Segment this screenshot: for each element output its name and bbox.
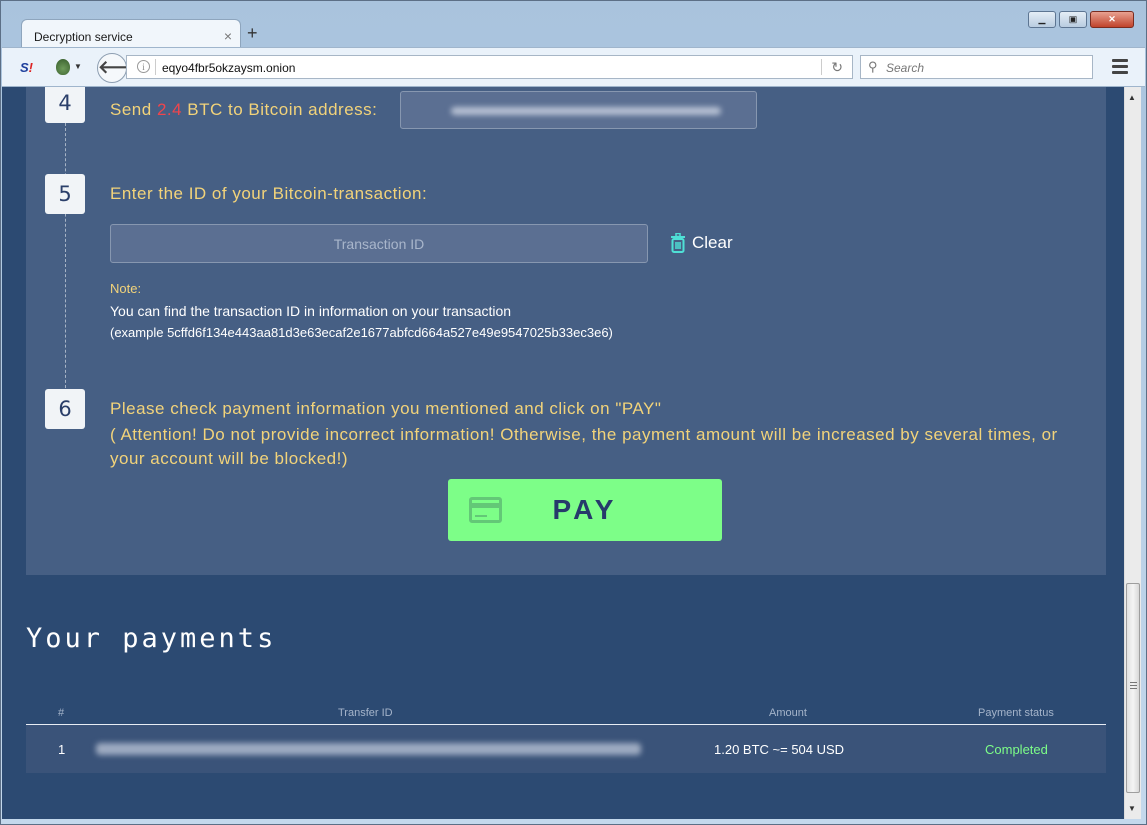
table-header: # Transfer ID Amount Payment status	[26, 703, 1106, 725]
search-placeholder: Search	[886, 61, 925, 75]
close-window-button[interactable]: ✕	[1090, 11, 1134, 28]
note-label: Note:	[110, 281, 142, 296]
page-content: 4 Send 2.4 BTC to Bitcoin address: 5 Ent…	[2, 87, 1124, 819]
scroll-up-arrow-icon[interactable]: ▲	[1128, 93, 1136, 102]
column-header-transfer-id: Transfer ID	[338, 707, 393, 719]
search-icon: ⚲	[868, 59, 878, 74]
grip-icon	[1130, 682, 1137, 691]
blurred-transfer-id	[96, 743, 641, 755]
column-header-amount: Amount	[769, 707, 807, 719]
hamburger-menu-icon[interactable]	[1112, 59, 1128, 77]
note-text: You can find the transaction ID in infor…	[110, 303, 512, 319]
payment-steps-panel: 4 Send 2.4 BTC to Bitcoin address: 5 Ent…	[26, 87, 1106, 575]
clear-button[interactable]: Clear	[670, 233, 733, 253]
bitcoin-address-field[interactable]	[400, 91, 757, 129]
step-number-5: 5	[45, 174, 85, 214]
step-6-warning: ( Attention! Do not provide incorrect in…	[110, 425, 1058, 468]
step-number-6: 6	[45, 389, 85, 429]
payments-heading: Your payments	[26, 623, 277, 654]
scroll-down-arrow-icon[interactable]: ▼	[1128, 804, 1136, 813]
row-amount: 1.20 BTC ~= 504 USD	[714, 742, 845, 757]
blurred-address	[451, 107, 721, 115]
chevron-down-icon[interactable]: ▼	[74, 62, 82, 71]
step-connector-line	[65, 123, 66, 393]
search-input[interactable]: ⚲ Search	[860, 55, 1093, 79]
step-6-text: Please check payment information you men…	[110, 399, 662, 418]
payments-table: # Transfer ID Amount Payment status 1 1.…	[26, 703, 1106, 773]
nav-toolbar: S! ▼ 🡐 i eqyo4fbr5okzaysm.onion ↻ ⚲ Sear…	[2, 47, 1145, 87]
scrollbar-thumb[interactable]	[1126, 583, 1140, 793]
info-icon[interactable]: i	[137, 60, 150, 73]
url-text[interactable]: eqyo4fbr5okzaysm.onion	[162, 61, 295, 75]
minimize-button[interactable]: ▁	[1028, 11, 1056, 28]
reload-icon[interactable]: ↻	[831, 59, 843, 76]
note-example: (example 5cffd6f134e443aa81d3e63ecaf2e16…	[110, 325, 613, 340]
transaction-id-input[interactable]	[110, 224, 648, 263]
table-row: 1 1.20 BTC ~= 504 USD Completed	[26, 725, 1106, 773]
step-number-4: 4	[45, 87, 85, 123]
column-header-status: Payment status	[978, 707, 1054, 719]
divider	[821, 59, 822, 75]
credit-card-icon	[469, 497, 502, 523]
browser-window: Decryption service × + ▁ ▣ ✕ S! ▼ 🡐 i eq…	[0, 0, 1147, 825]
btc-amount: 2.4	[156, 100, 183, 119]
back-button[interactable]: 🡐	[97, 53, 146, 83]
step-5-text: Enter the ID of your Bitcoin-transaction…	[110, 184, 428, 203]
divider	[155, 59, 156, 75]
window-controls: ▁ ▣ ✕	[1028, 11, 1134, 28]
step-4-text: Send 2.4 BTC to Bitcoin address:	[110, 100, 378, 119]
tab-title: Decryption service	[34, 30, 133, 44]
close-tab-icon[interactable]: ×	[224, 28, 232, 44]
address-bar[interactable]: i eqyo4fbr5okzaysm.onion ↻	[126, 55, 853, 79]
pay-label: PAY	[552, 494, 618, 525]
trash-icon	[671, 233, 685, 253]
vertical-scrollbar[interactable]: ▲ ▼	[1124, 87, 1141, 819]
status-badge: Completed	[985, 742, 1048, 757]
new-tab-button[interactable]: +	[247, 23, 258, 44]
tab-bar: Decryption service × +	[9, 15, 1139, 51]
clear-label: Clear	[692, 233, 733, 252]
pay-button[interactable]: PAY	[448, 479, 722, 541]
row-index: 1	[58, 742, 66, 757]
noscript-icon[interactable]: S!	[20, 60, 33, 75]
maximize-button[interactable]: ▣	[1059, 11, 1087, 28]
column-header-index: #	[58, 707, 65, 719]
tor-onion-icon[interactable]	[56, 59, 70, 75]
